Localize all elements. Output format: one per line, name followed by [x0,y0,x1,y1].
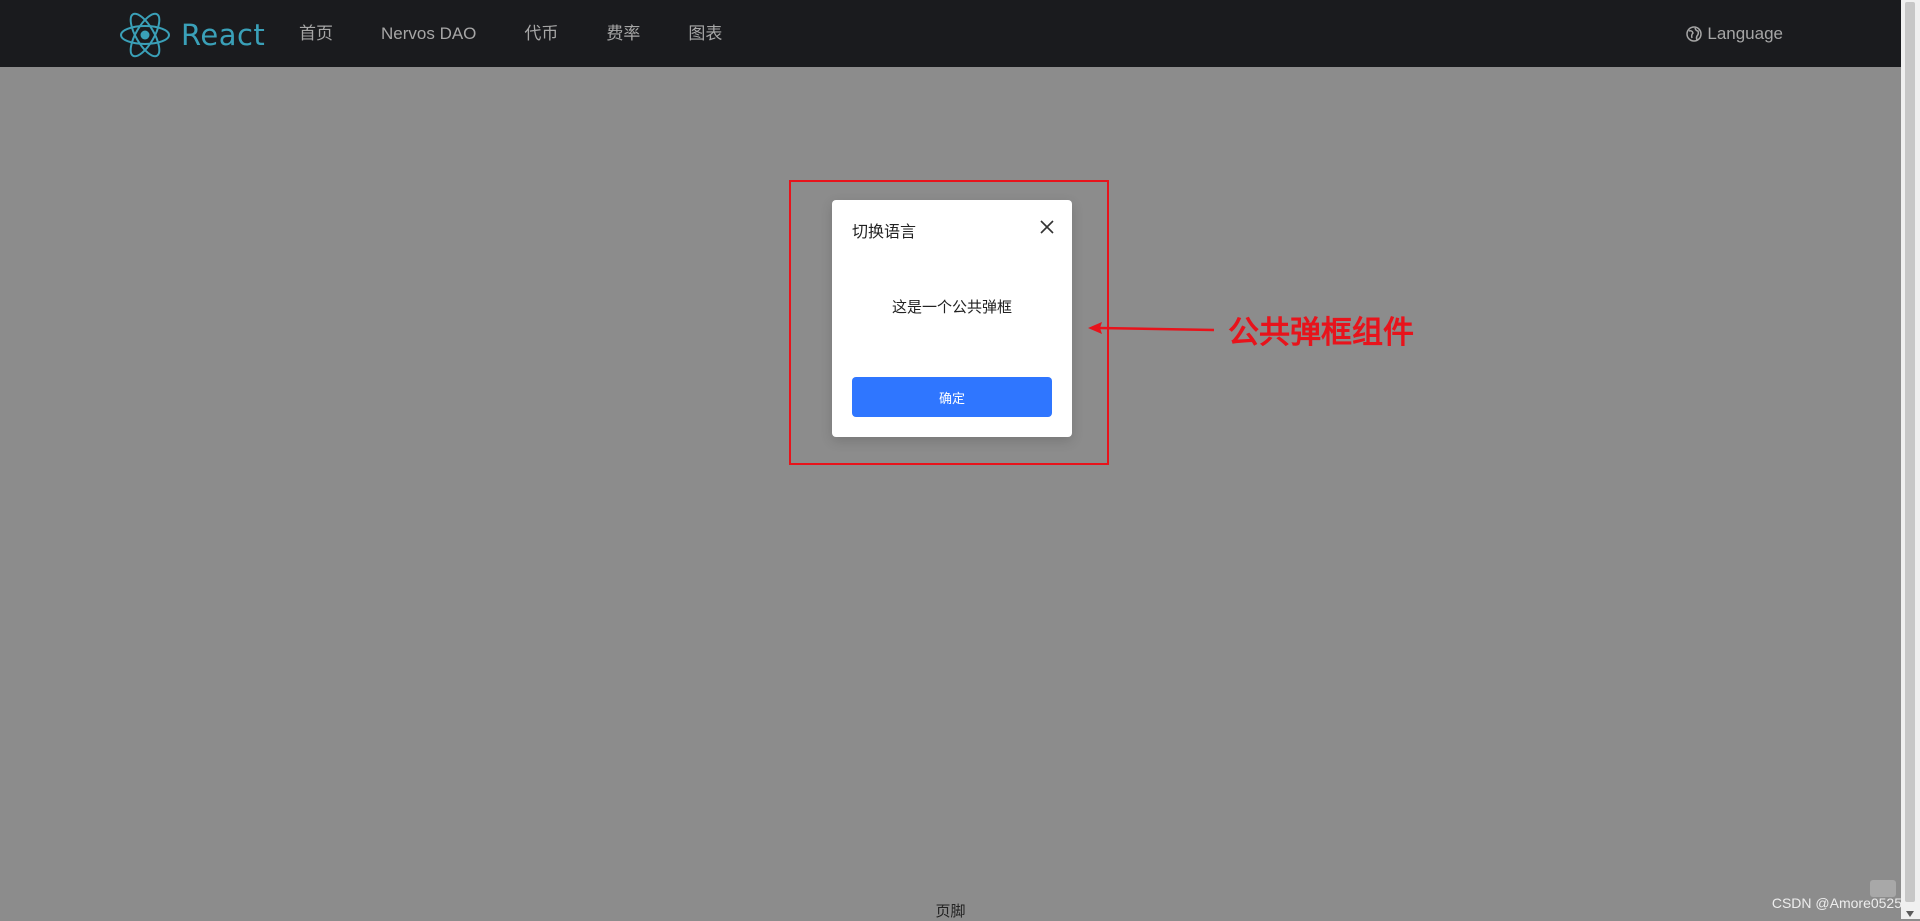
modal-dialog: 切换语言 这是一个公共弹框 确定 [832,200,1072,437]
scrollbar-thumb[interactable] [1905,2,1915,902]
nav-item-fee-rate[interactable]: 费率 [582,0,664,67]
page-footer: 页脚 [935,902,966,920]
scroll-down-arrow-icon[interactable] [1906,911,1914,917]
globe-icon [1686,25,1703,42]
language-label: Language [1707,23,1783,43]
nav-item-charts[interactable]: 图表 [664,0,746,67]
annotation-label: 公共弹框组件 [1228,315,1414,351]
logo-text: React [181,18,266,52]
nav-item-token[interactable]: 代币 [500,0,582,67]
main-nav: 首页 Nervos DAO 代币 费率 图表 [275,0,746,67]
language-switcher[interactable]: Language [1686,0,1783,67]
react-atom-icon [120,12,170,58]
nav-item-home[interactable]: 首页 [275,0,357,67]
close-icon[interactable] [1040,220,1054,234]
modal-body-text: 这是一个公共弹框 [891,298,1012,316]
logo[interactable]: React [119,12,265,58]
vertical-scrollbar[interactable] [1901,0,1920,919]
top-navbar: React 首页 Nervos DAO 代币 费率 图表 Language [0,0,1901,67]
watermark-text: CSDN @Amore0525 [1771,895,1902,911]
nav-item-nervos-dao[interactable]: Nervos DAO [357,0,500,67]
annotation-arrow-icon [1088,322,1215,334]
modal-title: 切换语言 [852,222,917,241]
confirm-button[interactable]: 确定 [852,377,1052,417]
